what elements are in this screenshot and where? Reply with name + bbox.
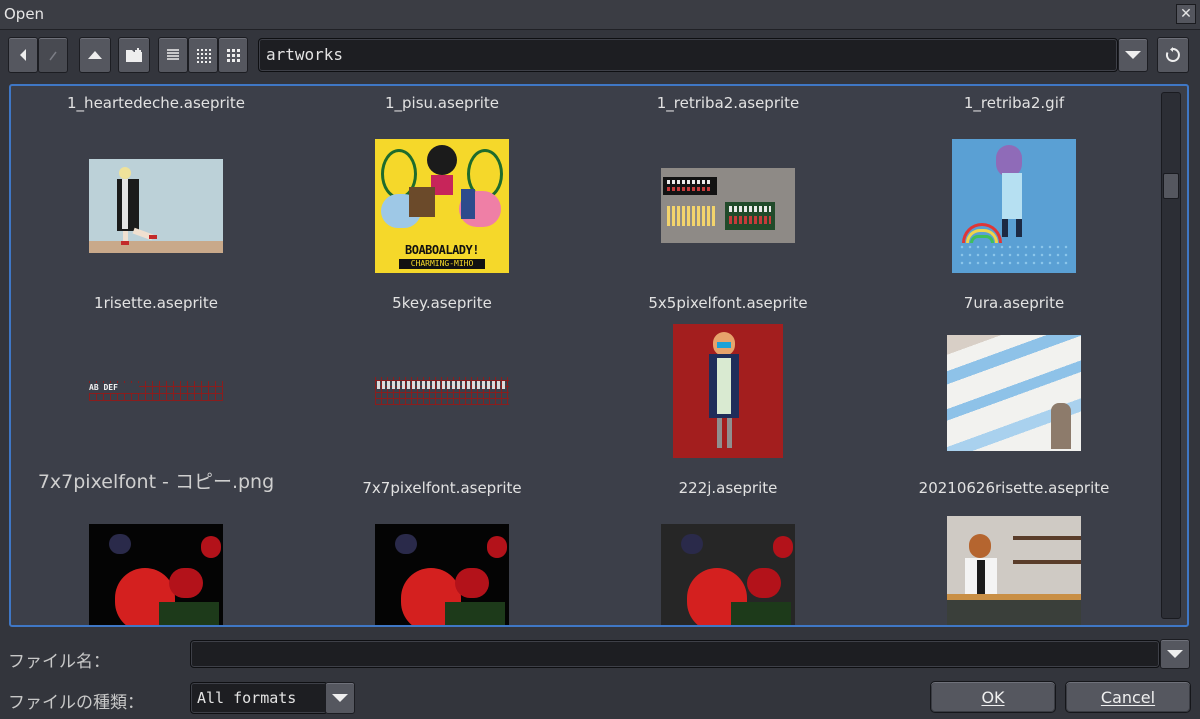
refresh-button[interactable] xyxy=(1157,37,1189,73)
new-folder-icon xyxy=(126,48,142,62)
cancel-button[interactable]: Cancel xyxy=(1065,681,1191,713)
location-combobox[interactable]: artworks xyxy=(258,38,1118,72)
file-name: 1_retriba2.gif xyxy=(963,94,1065,112)
file-item[interactable]: 222j.aseprite xyxy=(585,319,871,504)
large-icons-view-button[interactable] xyxy=(218,37,248,73)
file-item[interactable]: 1risette.aseprite xyxy=(13,134,299,319)
file-item[interactable] xyxy=(13,504,299,625)
list-view-button[interactable] xyxy=(158,37,188,73)
chevron-down-icon xyxy=(1125,51,1141,59)
file-thumbnail xyxy=(661,168,795,243)
file-thumbnail xyxy=(375,377,509,405)
thumb-subtitle-text: CHARMING-MIHO xyxy=(399,259,485,269)
location-value: artworks xyxy=(266,45,344,64)
file-item[interactable] xyxy=(871,504,1157,625)
up-folder-button[interactable] xyxy=(79,37,111,73)
chevron-down-icon xyxy=(1167,650,1183,658)
file-item[interactable]: 1_retriba2.gif xyxy=(871,86,1157,116)
file-thumbnail xyxy=(375,524,509,625)
file-item[interactable]: 1_pisu.aseprite xyxy=(299,86,585,116)
file-thumbnail xyxy=(661,524,795,625)
file-thumbnail: AB DEF xyxy=(89,379,223,403)
small-grid-icon xyxy=(196,48,211,63)
file-item[interactable]: 7x7pixelfont.aseprite xyxy=(299,319,585,504)
file-name: 1_heartedeche.aseprite xyxy=(67,94,245,112)
file-item[interactable]: 5x5pixelfont.aseprite xyxy=(585,134,871,319)
file-thumbnail xyxy=(673,324,783,458)
refresh-icon xyxy=(1165,47,1180,62)
file-name: 5x5pixelfont.aseprite xyxy=(648,294,808,312)
file-thumbnail xyxy=(947,516,1081,625)
file-item[interactable]: 1_retriba2.aseprite xyxy=(585,86,871,116)
file-item[interactable]: 7ura.aseprite xyxy=(871,134,1157,319)
scrollbar-thumb[interactable] xyxy=(1163,173,1179,199)
forward-button[interactable] xyxy=(38,37,68,73)
file-thumbnail: BOABOALADY! CHARMING-MIHO xyxy=(375,139,509,273)
file-name: 7x7pixelfont - コピー.png xyxy=(37,471,275,493)
file-item[interactable]: AB DEF 7x7pixelfont - コピー.png xyxy=(13,319,299,504)
file-thumbnail xyxy=(89,159,223,253)
new-folder-button[interactable] xyxy=(118,37,150,73)
filename-label: ファイル名： xyxy=(8,652,110,672)
file-grid: 1_heartedeche.aseprite 1_pisu.aseprite 1… xyxy=(11,86,1157,625)
file-name: 1_retriba2.aseprite xyxy=(656,94,800,112)
location-dropdown-button[interactable] xyxy=(1118,38,1148,72)
file-item[interactable]: 20210626risette.aseprite xyxy=(871,319,1157,504)
filetype-value: All formats xyxy=(197,689,297,707)
file-list-panel[interactable]: 1_heartedeche.aseprite 1_pisu.aseprite 1… xyxy=(9,84,1189,627)
file-name: 7ura.aseprite xyxy=(963,294,1065,312)
list-view-icon xyxy=(167,49,179,60)
large-grid-icon xyxy=(226,48,240,62)
close-button[interactable]: ✕ xyxy=(1176,4,1196,24)
file-item[interactable]: BOABOALADY! CHARMING-MIHO 5key.aseprite xyxy=(299,134,585,319)
close-icon: ✕ xyxy=(1180,6,1192,22)
file-name: 20210626risette.aseprite xyxy=(918,479,1110,497)
small-icons-view-button[interactable] xyxy=(188,37,218,73)
filetype-label: ファイルの種類： xyxy=(8,693,144,713)
file-name: 1risette.aseprite xyxy=(94,294,218,312)
up-arrow-icon xyxy=(88,51,102,59)
file-name: 222j.aseprite xyxy=(678,479,778,497)
file-thumbnail xyxy=(952,139,1076,273)
thumb-title-text: BOABOALADY! xyxy=(377,243,507,257)
window-title: Open xyxy=(4,5,45,23)
back-arrow-icon xyxy=(20,49,26,61)
filename-input[interactable] xyxy=(190,640,1160,668)
file-item[interactable] xyxy=(299,504,585,625)
file-name: 5key.aseprite xyxy=(392,294,492,312)
chevron-down-icon xyxy=(332,694,348,702)
vertical-scrollbar[interactable] xyxy=(1161,92,1181,619)
title-bar: Open ✕ xyxy=(0,0,1200,30)
ok-button[interactable]: OK xyxy=(930,681,1056,713)
file-thumbnail xyxy=(947,335,1081,451)
file-thumbnail xyxy=(89,524,223,625)
filename-dropdown-button[interactable] xyxy=(1160,639,1190,669)
file-item[interactable] xyxy=(585,504,871,625)
file-item[interactable]: 1_heartedeche.aseprite xyxy=(13,86,299,116)
filetype-select[interactable]: All formats xyxy=(190,682,328,714)
file-name: 7x7pixelfont.aseprite xyxy=(362,479,522,497)
thumb-font-sample: AB DEF xyxy=(89,383,139,393)
back-button[interactable] xyxy=(8,37,38,73)
filetype-dropdown-button[interactable] xyxy=(325,682,355,714)
file-name: 1_pisu.aseprite xyxy=(384,94,500,112)
forward-arrow-icon xyxy=(49,51,57,61)
